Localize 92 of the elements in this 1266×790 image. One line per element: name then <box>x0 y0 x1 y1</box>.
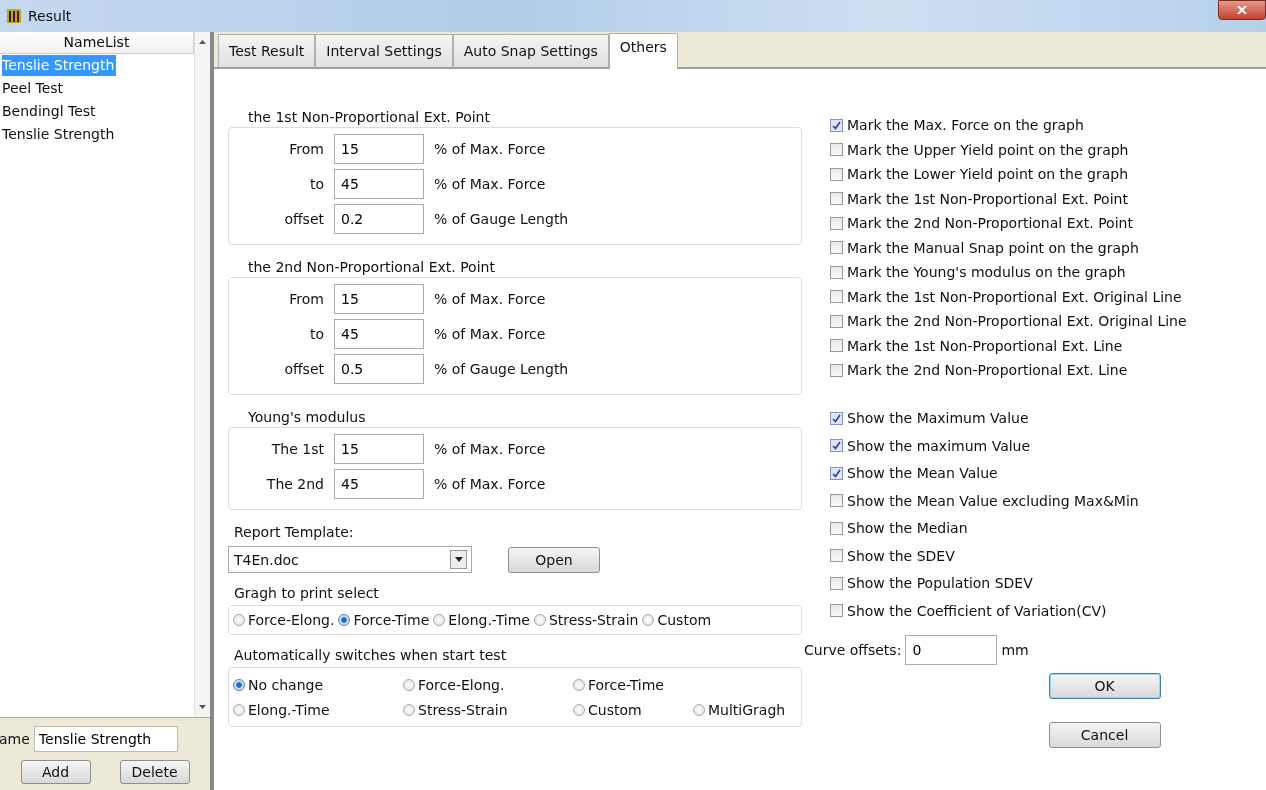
input-field[interactable]: 15 <box>334 283 424 314</box>
scroll-up-icon <box>199 40 206 44</box>
group-title: the 1st Non-Proportional Ext. Point <box>247 109 491 127</box>
action-button[interactable]: Add <box>20 760 91 784</box>
group-title: Gragh to print select <box>233 585 380 601</box>
scrollbar[interactable] <box>194 32 210 717</box>
radio-option[interactable]: Stress-Strain <box>533 612 639 628</box>
field-label: to <box>308 175 325 192</box>
tab[interactable]: Interval Settings <box>315 34 453 67</box>
checkbox-option[interactable]: Mark the Upper Yield point on the graph <box>830 137 1187 162</box>
window-title: Result <box>28 8 72 24</box>
input-field[interactable]: 0.2 <box>334 203 424 234</box>
radio-option[interactable]: Elong.-Time <box>233 701 403 718</box>
group-title: Young's modulus <box>247 409 367 427</box>
checkmark-icon <box>832 441 841 451</box>
checkbox-option[interactable]: Show the Median <box>830 514 1187 542</box>
field-label: to <box>308 325 325 342</box>
unit-label: mm <box>1001 641 1029 658</box>
checkbox-option[interactable]: Show the Mean Value <box>830 459 1187 487</box>
unit-label: % of Gauge Length <box>434 210 569 227</box>
field-label: From <box>288 290 325 307</box>
unit-label: % of Max. Force <box>434 325 546 342</box>
close-button[interactable] <box>1218 0 1266 20</box>
column-header: NameList <box>0 32 194 54</box>
radio-option[interactable]: No change <box>233 676 403 693</box>
unit-label: % of Max. Force <box>434 140 546 157</box>
checkbox-option[interactable]: Show the Mean Value excluding Max&Min <box>830 487 1187 515</box>
field-label: ame <box>0 731 30 747</box>
unit-label: % of Max. Force <box>434 290 546 307</box>
checkbox-option[interactable]: Mark the 2nd Non-Proportional Ext. Point <box>830 211 1187 236</box>
checkbox-option[interactable]: Mark the Young's modulus on the graph <box>830 260 1187 285</box>
group-title: the 2nd Non-Proportional Ext. Point <box>247 259 496 277</box>
radio-option[interactable]: Custom <box>642 612 712 628</box>
list-item[interactable]: Peel Test <box>0 77 194 100</box>
checkbox-option[interactable]: Mark the 1st Non-Proportional Ext. Line <box>830 333 1187 358</box>
field-label: offset <box>283 210 325 227</box>
checkbox-option[interactable]: Show the maximum Value <box>830 432 1187 460</box>
input-field[interactable]: 15 <box>334 133 424 164</box>
checkbox-option[interactable]: Show the Population SDEV <box>830 569 1187 597</box>
dropdown-icon <box>454 557 463 562</box>
checkbox-option[interactable]: Mark the 1st Non-Proportional Ext. Point <box>830 186 1187 211</box>
radio-option[interactable]: Force-Elong. <box>403 676 573 693</box>
group-title: Automatically switches when start test <box>233 647 508 663</box>
checkbox-option[interactable]: Show the SDEV <box>830 542 1187 570</box>
tab[interactable]: Others <box>608 33 678 69</box>
checkmark-icon <box>832 413 841 423</box>
checkbox-option[interactable]: Mark the Manual Snap point on the graph <box>830 235 1187 260</box>
field-label: The 1st <box>270 440 325 457</box>
field-label: From <box>288 140 325 157</box>
radio-option[interactable]: Elong.-Time <box>433 612 530 628</box>
unit-label: % of Max. Force <box>434 475 546 492</box>
checkbox-option[interactable]: Mark the Lower Yield point on the graph <box>830 162 1187 187</box>
checkbox-option[interactable]: Show the Maximum Value <box>830 404 1187 432</box>
radio-option[interactable]: MultiGragh <box>693 701 803 718</box>
field-label: Report Template: <box>233 524 355 540</box>
open-button[interactable]: Open <box>508 546 600 573</box>
template-dropdown[interactable]: T4En.doc <box>228 546 472 573</box>
curve-offset-field[interactable]: 0 <box>905 634 998 665</box>
checkmark-icon <box>832 120 841 130</box>
input-field[interactable]: 45 <box>334 168 424 199</box>
tab[interactable]: Test Result <box>218 34 316 67</box>
input-field[interactable]: 45 <box>334 468 424 499</box>
field-label: offset <box>283 360 325 377</box>
checkmark-icon <box>832 468 841 478</box>
radio-option[interactable]: Stress-Strain <box>403 701 573 718</box>
unit-label: % of Max. Force <box>434 175 546 192</box>
close-icon <box>1237 6 1247 14</box>
dialog-button[interactable]: Cancel <box>1048 721 1161 748</box>
list-item[interactable]: Bendingl Test <box>0 100 194 123</box>
checkbox-option[interactable]: Mark the Max. Force on the graph <box>830 113 1187 138</box>
unit-label: % of Max. Force <box>434 440 546 457</box>
scroll-down-icon <box>199 705 206 709</box>
input-field[interactable]: 0.5 <box>334 353 424 384</box>
dialog-button[interactable]: OK <box>1048 672 1161 699</box>
checkbox-option[interactable]: Show the Coefficient of Variation(CV) <box>830 597 1187 625</box>
input-field[interactable]: 15 <box>334 433 424 464</box>
tab[interactable]: Auto Snap Settings <box>452 34 609 67</box>
checkbox-option[interactable]: Mark the 2nd Non-Proportional Ext. Line <box>830 358 1187 383</box>
radio-option[interactable]: Force-Time <box>338 612 430 628</box>
app-icon <box>6 8 22 24</box>
action-button[interactable]: Delete <box>119 760 190 784</box>
input-field[interactable]: 45 <box>334 318 424 349</box>
name-field[interactable]: Tenslie Strength <box>33 726 178 752</box>
list-item[interactable]: Tenslie Strength <box>0 123 194 146</box>
radio-option[interactable]: Custom <box>573 701 693 718</box>
field-label: The 2nd <box>265 475 325 492</box>
checkbox-option[interactable]: Mark the 2nd Non-Proportional Ext. Original Line <box>830 309 1187 334</box>
radio-option[interactable]: Force-Time <box>573 676 693 693</box>
radio-option[interactable]: Force-Elong. <box>233 612 335 628</box>
checkbox-option[interactable]: Mark the 1st Non-Proportional Ext. Original Line <box>830 284 1187 309</box>
unit-label: % of Gauge Length <box>434 360 569 377</box>
field-label: Curve offsets: <box>804 641 902 658</box>
